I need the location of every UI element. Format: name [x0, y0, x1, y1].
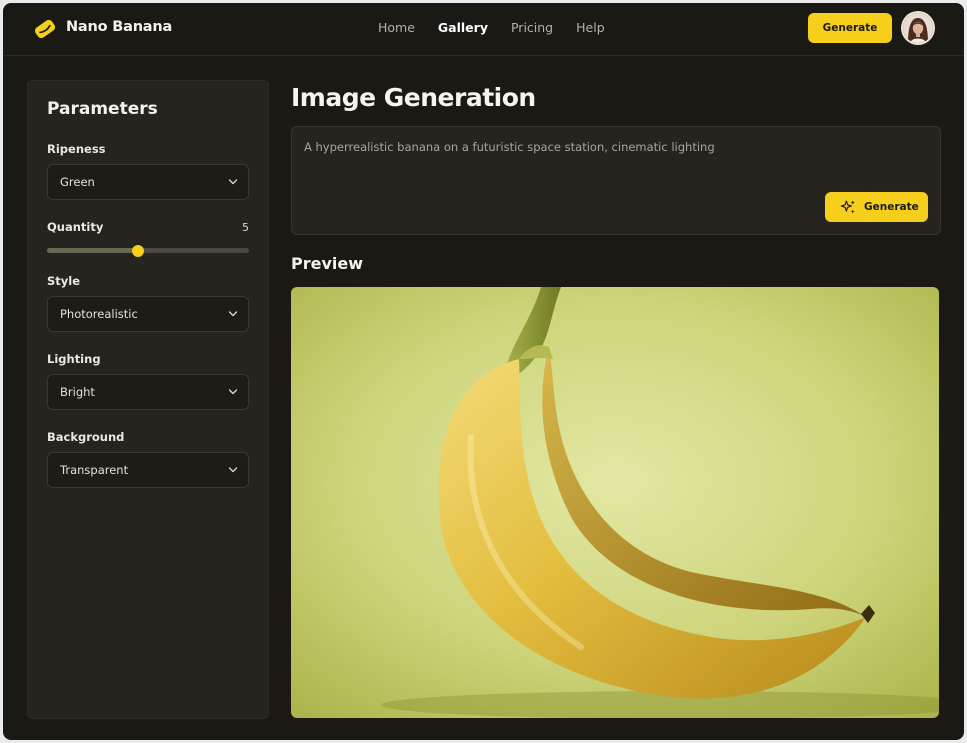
- quantity-value: 5: [242, 221, 249, 234]
- quantity-slider[interactable]: [47, 244, 249, 257]
- ripeness-label: Ripeness: [47, 142, 106, 156]
- background-value: Transparent: [60, 463, 129, 477]
- preview-title: Preview: [291, 254, 364, 273]
- parameters-title: Parameters: [47, 99, 158, 119]
- chevron-down-icon: [228, 311, 238, 317]
- prompt-input[interactable]: [304, 139, 804, 179]
- main-nav: Home Gallery Pricing Help: [378, 20, 628, 35]
- chevron-down-icon: [228, 467, 238, 473]
- style-value: Photorealistic: [60, 307, 138, 321]
- nav-gallery[interactable]: Gallery: [438, 20, 488, 35]
- style-label: Style: [47, 274, 81, 288]
- ripeness-select[interactable]: Green: [47, 164, 249, 200]
- style-select[interactable]: Photorealistic: [47, 296, 249, 332]
- prompt-panel: Generate: [291, 126, 941, 235]
- nav-home[interactable]: Home: [378, 20, 415, 35]
- top-navbar: Nano Banana Home Gallery Pricing Help Ge…: [3, 3, 964, 56]
- quantity-slider-fill: [47, 248, 138, 253]
- parameters-panel: Parameters Ripeness Green Quantity 5 Sty…: [27, 80, 269, 719]
- header-generate-button[interactable]: Generate: [808, 13, 892, 43]
- user-avatar[interactable]: [903, 13, 933, 43]
- quantity-label: Quantity: [47, 220, 104, 234]
- generate-button-label: Generate: [864, 201, 919, 213]
- chevron-down-icon: [228, 389, 238, 395]
- app-window: Nano Banana Home Gallery Pricing Help Ge…: [3, 3, 964, 740]
- lighting-value: Bright: [60, 385, 95, 399]
- banana-photo: [291, 287, 939, 718]
- brand-name[interactable]: Nano Banana: [66, 19, 172, 35]
- background-select[interactable]: Transparent: [47, 452, 249, 488]
- ripeness-value: Green: [60, 175, 95, 189]
- nav-help[interactable]: Help: [576, 20, 605, 35]
- generate-button[interactable]: Generate: [825, 192, 928, 222]
- lighting-select[interactable]: Bright: [47, 374, 249, 410]
- quantity-slider-thumb[interactable]: [131, 244, 144, 257]
- chevron-down-icon: [228, 179, 238, 185]
- lighting-label: Lighting: [47, 352, 101, 366]
- preview-image: [291, 287, 939, 718]
- page-title: Image Generation: [291, 83, 536, 112]
- banana-logo-icon[interactable]: [33, 17, 57, 41]
- nav-pricing[interactable]: Pricing: [511, 20, 553, 35]
- background-label: Background: [47, 430, 125, 444]
- avatar-image: [903, 13, 933, 43]
- sparkles-icon: [840, 200, 855, 214]
